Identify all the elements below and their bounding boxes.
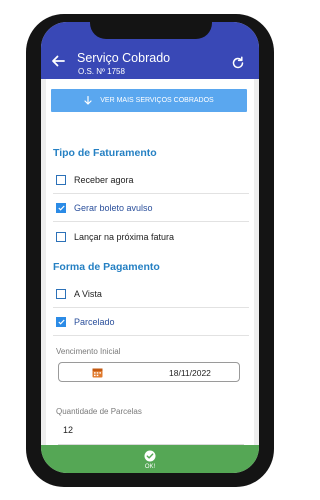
- checkbox-label: A Vista: [74, 289, 102, 299]
- checkbox-checked-icon[interactable]: [56, 203, 66, 213]
- app-screen: Serviço Cobrado O.S. Nº 1758 VER MAIS SE…: [41, 22, 259, 473]
- view-more-services-button[interactable]: VER MAIS SERVIÇOS COBRADOS: [51, 89, 247, 112]
- checkbox-generate-boleto[interactable]: Gerar boleto avulso: [53, 195, 249, 222]
- checkbox-label: Lançar na próxima fatura: [74, 232, 175, 242]
- order-number: O.S. Nº 1758: [78, 67, 125, 76]
- checkbox-label: Receber agora: [74, 175, 134, 185]
- arrow-down-icon: [84, 96, 92, 105]
- calendar-icon: [92, 368, 103, 378]
- view-more-services-label: VER MAIS SERVIÇOS COBRADOS: [100, 97, 214, 104]
- check-circle-icon: [144, 450, 156, 462]
- checkbox-next-invoice[interactable]: Lançar na próxima fatura: [53, 224, 249, 250]
- checkbox-unchecked-icon[interactable]: [56, 175, 66, 185]
- checkbox-parcelado[interactable]: Parcelado: [53, 309, 249, 336]
- checkbox-label: Gerar boleto avulso: [74, 203, 153, 213]
- due-date-value: 18/11/2022: [169, 368, 211, 378]
- billing-type-title: Tipo de Faturamento: [53, 147, 157, 159]
- arrow-left-icon[interactable]: [50, 53, 66, 69]
- ok-button[interactable]: OK!: [41, 445, 259, 473]
- refresh-icon[interactable]: [231, 56, 245, 70]
- checkbox-unchecked-icon[interactable]: [56, 232, 66, 242]
- form-card: VER MAIS SERVIÇOS COBRADOS Tipo de Fatur…: [46, 79, 254, 462]
- due-date-field[interactable]: 18/11/2022: [58, 362, 240, 382]
- checkbox-receive-now[interactable]: Receber agora: [53, 167, 249, 194]
- ok-label: OK!: [144, 464, 156, 470]
- checkbox-a-vista[interactable]: A Vista: [53, 281, 249, 308]
- installments-input[interactable]: 12: [63, 425, 73, 435]
- checkbox-unchecked-icon[interactable]: [56, 289, 66, 299]
- payment-method-title: Forma de Pagamento: [53, 261, 160, 273]
- checkbox-label: Parcelado: [74, 317, 115, 327]
- phone-notch: [90, 19, 212, 39]
- checkbox-checked-icon[interactable]: [56, 317, 66, 327]
- due-date-label: Vencimento Inicial: [56, 347, 121, 356]
- installments-label: Quantidade de Parcelas: [56, 407, 142, 416]
- page-title: Serviço Cobrado: [77, 51, 171, 65]
